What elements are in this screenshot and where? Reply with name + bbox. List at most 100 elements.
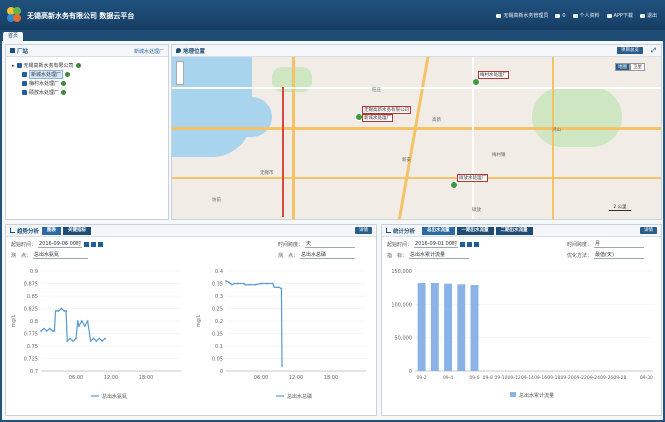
message-link[interactable]: 0: [555, 12, 566, 19]
stats-panel-title: 统计分析: [393, 228, 416, 235]
data-point: [89, 340, 92, 342]
calendar-icon[interactable]: [91, 241, 97, 247]
map-marker[interactable]: [472, 78, 480, 86]
point-right-select[interactable]: 总出水总磷: [300, 251, 356, 259]
data-point: [101, 340, 104, 342]
marker-label[interactable]: 新城水处理厂: [362, 114, 393, 122]
app-download-link[interactable]: APP下载: [606, 12, 633, 19]
factory-tree: ▸ 无锡高新水务有限公司 新城水处理厂 梅村水处理厂 硕放水处理厂: [6, 57, 168, 101]
overview-button[interactable]: 项目总览: [617, 47, 643, 54]
place-label: 鸿山: [552, 128, 561, 133]
tab-phase2-flow[interactable]: 二期出水流量: [495, 227, 533, 235]
stats-target-row: 指 标： 总出水累计流量: [387, 251, 470, 259]
stats-detail-button[interactable]: 详情: [640, 227, 657, 234]
x-tick-label: 09-26: [600, 375, 613, 381]
y-tick-label: 0.1: [215, 344, 223, 350]
data-point: [53, 330, 56, 332]
x-tick-label: 09-12: [508, 375, 521, 381]
tab-phase1-flow[interactable]: 一期出水流量: [456, 227, 494, 235]
data-point: [95, 340, 98, 342]
stats-span-select[interactable]: 月: [594, 240, 645, 248]
y-tick-label: 0.775: [24, 332, 38, 338]
data-point: [248, 283, 251, 286]
factory-panel-header: 厂站 新城水处理厂: [6, 45, 168, 57]
data-point: [228, 281, 230, 284]
x-tick-label: 09-22: [574, 375, 587, 381]
trend-span-select[interactable]: 天: [305, 240, 356, 248]
logout-link[interactable]: 退出: [639, 12, 657, 19]
y-tick-label: 50,000: [395, 336, 413, 342]
calendar-icon[interactable]: [467, 241, 473, 247]
map-zoom-control[interactable]: [176, 61, 184, 85]
map-type-map[interactable]: 地图: [615, 63, 630, 71]
tab-key-indicators[interactable]: 关键指标: [63, 227, 91, 235]
stats-start-row: 起始时间： 2016-09-01 00时: [387, 240, 480, 248]
tab-home[interactable]: 首页: [3, 32, 23, 41]
y-tick-label: 0.85: [27, 294, 38, 300]
prev-icon[interactable]: [84, 241, 90, 247]
top-links: 无锡高新水务管理员 0 个人资料 APP下载 退出: [496, 12, 657, 19]
data-point: [72, 340, 74, 342]
next-icon[interactable]: [474, 241, 480, 247]
tree-item-xincheng[interactable]: 新城水处理厂: [12, 70, 162, 79]
profile-link[interactable]: 个人资料: [572, 12, 600, 19]
marker-label[interactable]: 无锡高新水务有限公司: [362, 106, 411, 114]
data-point: [281, 365, 283, 367]
y-tick-label: 150,000: [391, 269, 412, 275]
data-point: [66, 340, 69, 342]
tab-total-flow[interactable]: 总出水流量: [422, 227, 455, 235]
trend-point-left-row: 测 点： 总出水氨氮: [11, 251, 89, 259]
bar: [430, 283, 439, 371]
phone-icon: [606, 13, 612, 18]
status-check-icon: [61, 90, 67, 95]
selected-factory[interactable]: 新城水处理厂: [134, 48, 164, 55]
tree-item-shuofang[interactable]: 硕放水处理厂: [12, 88, 162, 97]
data-point: [271, 282, 274, 285]
trend-detail-button[interactable]: 详情: [355, 227, 372, 234]
admin-link[interactable]: 无锡高新水务管理员: [496, 12, 548, 19]
stats-start-input[interactable]: 2016-09-01 00时: [414, 240, 459, 248]
trend-span-row: 时间跨度： 天: [278, 240, 356, 248]
x-tick-label: 12:00: [104, 375, 118, 381]
stats-target-select[interactable]: 总出水累计流量: [409, 251, 470, 259]
factory-panel: 厂站 新城水处理厂 ▸ 无锡高新水务有限公司 新城水处理厂 梅村水处理厂 硕放水…: [5, 44, 169, 220]
data-point: [54, 310, 57, 312]
marker-label[interactable]: 梅村水处理厂: [478, 71, 509, 79]
tab-chart[interactable]: 图表: [42, 227, 61, 235]
collapse-icon[interactable]: ▸: [12, 63, 15, 69]
stats-opt-select[interactable]: 最值(天): [594, 251, 645, 259]
place-label: 无锡市: [260, 171, 274, 176]
y-tick-label: 0: [409, 369, 412, 375]
x-tick-label: 09-2: [417, 375, 427, 381]
tree-root[interactable]: ▸ 无锡高新水务有限公司: [12, 61, 162, 70]
map-type-satellite[interactable]: 卫星: [630, 63, 645, 71]
map-type-toggle[interactable]: 地图 卫星: [615, 63, 645, 71]
place-label: 坊前: [212, 198, 221, 203]
map-marker[interactable]: [450, 181, 458, 189]
legend-label: 总出水累计流量: [519, 392, 554, 399]
data-point: [80, 320, 83, 322]
x-tick-label: 09-30: [640, 375, 653, 381]
next-icon[interactable]: [98, 241, 104, 247]
company-icon: [16, 63, 22, 68]
y-tick-label: 0.15: [212, 332, 223, 338]
data-point: [244, 283, 247, 286]
fullscreen-icon[interactable]: ⤢: [651, 47, 656, 55]
bar-chart-icon: [386, 228, 391, 233]
tree-item-meicun[interactable]: 梅村水处理厂: [12, 79, 162, 88]
tab-bar: 首页: [0, 30, 665, 41]
stats-panel-header: 统计分析 总出水流量 一期出水流量 二期出水流量 详情: [382, 225, 661, 237]
mail-icon: [555, 13, 561, 18]
point-left-select[interactable]: 总出水氨氮: [33, 251, 89, 259]
series-line: [40, 307, 106, 343]
x-tick-label: 09-4: [443, 375, 453, 381]
dashboard: 厂站 新城水处理厂 ▸ 无锡高新水务有限公司 新城水处理厂 梅村水处理厂 硕放水…: [0, 41, 665, 422]
place-label: 旺庄: [372, 88, 381, 93]
map-view[interactable]: 无锡市 梅村镇 硕放 新安 鸿山 坊前 旺庄 高新 地图 卫星 梅村水处理厂 无…: [172, 57, 661, 219]
y-tick-label: 0.9: [30, 269, 38, 275]
prev-icon[interactable]: [460, 241, 466, 247]
trend-start-input[interactable]: 2016-09-06 00时: [38, 240, 83, 248]
bar: [417, 283, 426, 371]
x-tick-label: 06:00: [254, 375, 268, 381]
marker-label[interactable]: 硕放水处理厂: [457, 174, 488, 182]
